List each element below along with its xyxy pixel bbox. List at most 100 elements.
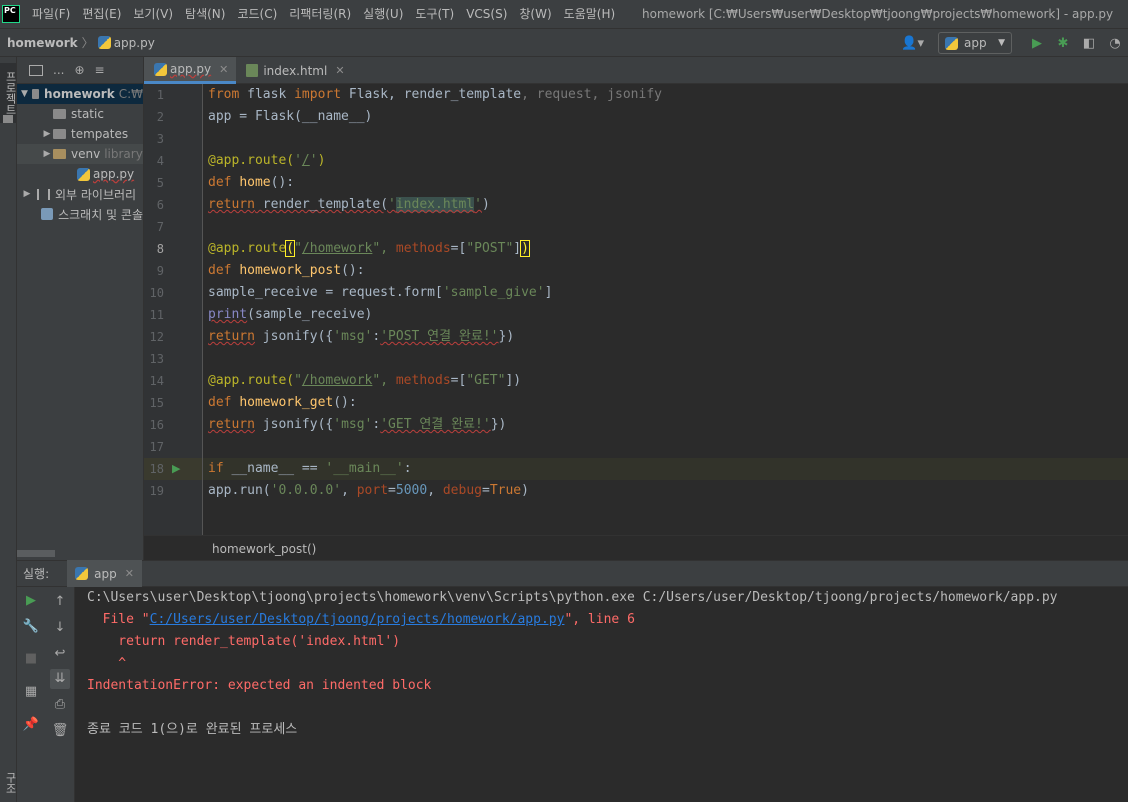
code-line-12: return jsonify({'msg':'POST 연결 완료!'}) <box>208 326 514 348</box>
project-view-select[interactable]: ... <box>53 63 64 77</box>
line-number: 3 <box>156 132 164 146</box>
breadcrumb-file[interactable]: app.py <box>114 36 155 50</box>
menu-edit[interactable]: 편집(E) <box>76 0 127 28</box>
code-token: def <box>208 175 232 190</box>
arrow-up-icon[interactable]: ↑ <box>50 592 70 612</box>
close-icon[interactable]: ✕ <box>335 64 344 77</box>
coverage-icon[interactable]: ◧ <box>1076 36 1102 51</box>
project-tool-tab[interactable]: 프로젝트 <box>0 63 17 123</box>
horizontal-scrollbar[interactable] <box>17 550 55 557</box>
rerun-icon[interactable]: ▶ <box>21 591 41 611</box>
run-icon[interactable]: ▶ <box>1024 36 1050 51</box>
code-token: = <box>388 483 396 498</box>
menu-window[interactable]: 창(W) <box>513 0 557 28</box>
code-line-19: app.run('0.0.0.0', port=5000, debug=True… <box>208 480 529 502</box>
tree-item-label: app.py <box>93 167 135 181</box>
tree-item-templates[interactable]: ▶ tempates <box>17 124 143 144</box>
code-token: : <box>403 461 412 476</box>
code-token: True <box>489 483 522 498</box>
close-icon[interactable]: ✕ <box>125 567 134 580</box>
profile-icon[interactable]: ◔ <box>1102 36 1128 51</box>
code-editor[interactable]: from flask import Flask, render_template… <box>203 84 1128 535</box>
tree-item-venv[interactable]: ▶ venv library <box>17 144 143 164</box>
print-icon[interactable]: ⎙ <box>50 695 70 715</box>
python-file-icon <box>75 567 89 580</box>
run-icon[interactable]: ▶ <box>172 463 180 475</box>
run-console[interactable]: C:\Users\user\Desktop\tjoong\projects\ho… <box>75 587 1128 802</box>
breadcrumb-function[interactable]: homework_post() <box>212 542 316 556</box>
project-view-icon[interactable] <box>29 64 43 76</box>
tree-item-homework[interactable]: ▼ homework C:₩ <box>17 84 143 104</box>
tree-item-app-py[interactable]: app.py <box>17 164 143 184</box>
chevron-right-icon[interactable]: ▶ <box>41 129 53 139</box>
code-token: ' <box>388 197 396 212</box>
soft-wrap-icon[interactable]: ↩ <box>50 644 70 664</box>
layout-icon[interactable]: ▦ <box>21 682 41 702</box>
code-token: /homework <box>301 373 373 388</box>
tree-item-label: 스크래치 및 콘솔 <box>58 207 143 222</box>
code-token: (): <box>270 175 295 190</box>
folder-icon <box>53 149 66 159</box>
menu-code[interactable]: 코드(C) <box>231 0 283 28</box>
code-token: '__main__' <box>325 461 404 476</box>
code-line-1: from flask import Flask, render_template… <box>208 84 662 106</box>
collapse-all-icon[interactable]: ≡ <box>95 63 105 77</box>
menu-run[interactable]: 실행(U) <box>357 0 409 28</box>
code-token: render_template( <box>254 197 389 212</box>
menu-tools[interactable]: 도구(T) <box>409 0 460 28</box>
menu-file[interactable]: 파일(F) <box>26 0 76 28</box>
code-token: " <box>294 373 302 388</box>
locate-file-icon[interactable]: ⊕ <box>74 63 84 77</box>
code-token: return <box>208 329 255 344</box>
pin-icon[interactable]: 📌 <box>21 715 41 735</box>
line-number: 6 <box>156 198 164 212</box>
code-token: flask <box>239 87 295 102</box>
line-number: 8 <box>156 242 164 256</box>
chevron-down-icon[interactable]: ▼ <box>21 89 28 99</box>
code-token: 'msg' <box>333 417 373 432</box>
tree-item-external-libraries[interactable]: ▶ 외부 라이브러리 <box>17 184 143 204</box>
chevron-right-icon[interactable]: ▶ <box>41 149 53 159</box>
run-configuration-select[interactable]: app ▼ <box>938 32 1012 54</box>
code-token: " <box>294 241 302 256</box>
console-file-link[interactable]: C:/Users/user/Desktop/tjoong/projects/ho… <box>150 612 565 627</box>
tree-item-static[interactable]: static <box>17 104 143 124</box>
python-file-icon <box>97 36 111 49</box>
menu-vcs[interactable]: VCS(S) <box>460 0 513 28</box>
wrench-icon[interactable]: 🔧 <box>21 617 41 637</box>
stop-icon[interactable]: ■ <box>21 649 41 669</box>
code-line-8: @app.route("/homework", methods=["POST"]… <box>208 238 530 260</box>
tree-item-hint: library <box>104 147 143 161</box>
code-token: ' <box>474 197 482 212</box>
tab-index-html[interactable]: index.html ✕ <box>236 57 352 84</box>
code-token: __name__ == <box>223 461 326 476</box>
menu-navigate[interactable]: 탐색(N) <box>179 0 231 28</box>
menu-view[interactable]: 보기(V) <box>127 0 179 28</box>
code-line-15: def homework_get(): <box>208 392 357 414</box>
breadcrumb-project[interactable]: homework <box>7 36 78 50</box>
menu-help[interactable]: 도움말(H) <box>558 0 622 28</box>
code-token: debug <box>442 483 482 498</box>
menu-refactor[interactable]: 리팩터링(R) <box>283 0 357 28</box>
line-number: 10 <box>149 286 164 300</box>
debug-icon[interactable]: ✱ <box>1050 36 1076 51</box>
html-file-icon <box>246 64 259 77</box>
code-token: homework_post <box>239 263 342 278</box>
tree-item-label: static <box>71 107 104 121</box>
tree-item-scratches[interactable]: 스크래치 및 콘솔 <box>17 204 143 224</box>
editor-gutter: 1 2 3 4 5 6 7 8 9 10 11 12 13 14 15 16 1… <box>144 84 203 535</box>
close-icon[interactable]: ✕ <box>219 63 228 76</box>
user-account-icon[interactable]: 👤▾ <box>901 36 924 51</box>
tab-app-py[interactable]: app.py ✕ <box>144 57 237 84</box>
scroll-to-end-icon[interactable]: ⇊ <box>50 669 70 689</box>
python-file-icon <box>77 167 90 181</box>
chevron-right-icon[interactable]: ▶ <box>21 189 33 199</box>
code-token: ] <box>544 285 553 300</box>
structure-tool-tab[interactable]: 구조 <box>2 772 18 794</box>
code-token: 5000 <box>395 483 428 498</box>
code-token: /homework <box>301 241 373 256</box>
scratch-icon <box>41 208 54 220</box>
trash-icon[interactable]: 🗑 <box>50 721 70 741</box>
run-tab-app[interactable]: app ✕ <box>67 560 142 587</box>
arrow-down-icon[interactable]: ↓ <box>50 618 70 638</box>
